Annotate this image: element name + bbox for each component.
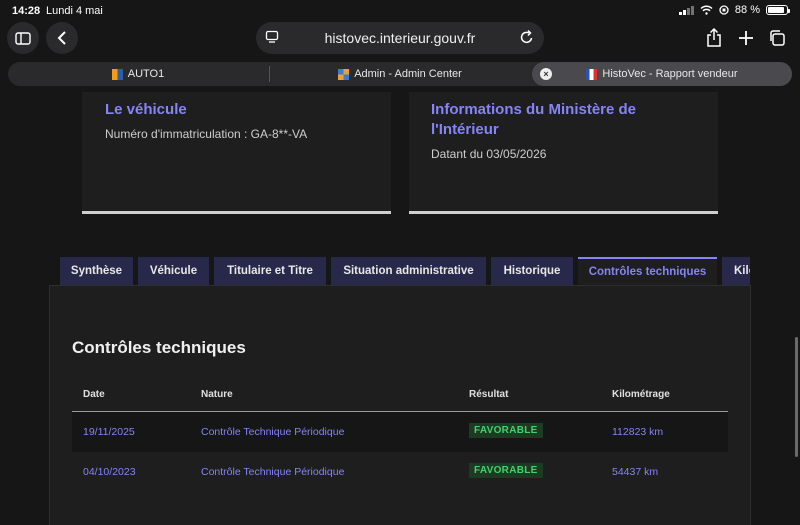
status-indicators: 88 % bbox=[678, 4, 790, 16]
browser-tab-admin-center[interactable]: Admin - Admin Center bbox=[270, 62, 530, 86]
page-scrollbar[interactable] bbox=[795, 337, 798, 457]
result-badge: FAVORABLE bbox=[469, 423, 543, 438]
sidebar-icon bbox=[15, 31, 31, 45]
admin-center-favicon-icon bbox=[338, 68, 350, 80]
tab-titulaire-et-titre[interactable]: Titulaire et Titre bbox=[214, 257, 326, 285]
tab-controles-techniques[interactable]: Contrôles techniques bbox=[578, 257, 717, 285]
section-title: Contrôles techniques bbox=[72, 338, 246, 357]
cellular-signal-icon bbox=[678, 5, 694, 15]
status-time: 14:28 bbox=[12, 5, 41, 17]
status-date: Lundi 4 mai bbox=[46, 5, 103, 17]
row-date: 19/11/2025 bbox=[83, 426, 135, 438]
row-mileage: 112823 km bbox=[612, 426, 664, 438]
status-bar: 14:28 Lundi 4 mai 88 % bbox=[0, 0, 800, 22]
table-header: Date Nature Résultat Kilométrage bbox=[72, 374, 728, 412]
ministry-card-title: Informations du Ministère de l'Intérieur bbox=[431, 101, 637, 138]
tab-vehicule[interactable]: Véhicule bbox=[138, 257, 209, 285]
registration-number: Numéro d'immatriculation : GA-8**-VA bbox=[105, 127, 308, 141]
chevron-left-icon bbox=[57, 31, 66, 45]
tab-kilometrage[interactable]: Kilométrage bbox=[722, 257, 750, 285]
report-tabs: Synthèse Véhicule Titulaire et Titre Sit… bbox=[60, 257, 750, 285]
battery-fill bbox=[768, 7, 784, 13]
reload-icon[interactable] bbox=[520, 29, 534, 50]
result-badge: FAVORABLE bbox=[469, 463, 543, 478]
inspections-table: Date Nature Résultat Kilométrage 19/11/2… bbox=[72, 374, 728, 492]
browser-tab-label: AUTO1 bbox=[127, 68, 165, 80]
browser-tab-histovec[interactable]: × HistoVec - Rapport vendeur bbox=[532, 62, 792, 86]
table-row: 04/10/2023 Contrôle Technique Périodique… bbox=[72, 452, 728, 492]
wifi-icon bbox=[700, 5, 713, 15]
url-text[interactable]: histovec.interieur.gouv.fr bbox=[256, 30, 544, 46]
table-row: 19/11/2025 Contrôle Technique Périodique… bbox=[72, 412, 728, 452]
browser-tab-auto1[interactable]: AUTO1 bbox=[8, 62, 268, 86]
orientation-lock-icon bbox=[719, 5, 729, 15]
row-date: 04/10/2023 bbox=[83, 466, 136, 478]
row-nature: Contrôle Technique Périodique bbox=[201, 426, 345, 438]
vehicle-card-title: Le véhicule bbox=[105, 101, 187, 118]
data-date: Datant du 03/05/2026 bbox=[431, 147, 547, 161]
technical-inspections-panel: Contrôles techniques Date Nature Résulta… bbox=[49, 285, 751, 525]
battery-percent: 88 % bbox=[734, 4, 760, 16]
browser-toolbar: histovec.interieur.gouv.fr bbox=[0, 22, 800, 58]
vehicle-card: Le véhicule Numéro d'immatriculation : G… bbox=[82, 92, 391, 214]
column-header-mileage: Kilométrage bbox=[612, 389, 670, 400]
tabs-overview-icon[interactable] bbox=[766, 27, 788, 49]
tab-situation-administrative[interactable]: Situation administrative bbox=[331, 257, 486, 285]
back-button[interactable] bbox=[46, 22, 78, 54]
plus-icon[interactable] bbox=[735, 27, 757, 49]
column-header-result: Résultat bbox=[469, 389, 509, 400]
histovec-favicon-icon bbox=[586, 68, 598, 80]
share-icon[interactable] bbox=[703, 27, 725, 49]
row-mileage: 54437 km bbox=[612, 466, 659, 478]
browser-tab-bar: AUTO1 Admin - Admin Center × HistoVec - … bbox=[8, 62, 792, 86]
auto1-favicon-icon bbox=[111, 68, 123, 80]
browser-tab-label: Admin - Admin Center bbox=[354, 68, 462, 80]
close-icon[interactable]: × bbox=[540, 68, 552, 80]
browser-tab-label: HistoVec - Rapport vendeur bbox=[602, 68, 738, 80]
row-nature: Contrôle Technique Périodique bbox=[201, 466, 345, 478]
battery-icon bbox=[766, 5, 790, 15]
column-header-date: Date bbox=[83, 389, 105, 400]
sidebar-button[interactable] bbox=[7, 22, 39, 54]
tab-historique[interactable]: Historique bbox=[491, 257, 573, 285]
column-header-nature: Nature bbox=[201, 389, 233, 400]
ministry-card: Informations du Ministère de l'Intérieur… bbox=[409, 92, 718, 214]
address-bar[interactable]: histovec.interieur.gouv.fr bbox=[256, 22, 544, 54]
page-content: Le véhicule Numéro d'immatriculation : G… bbox=[0, 92, 800, 525]
tab-synthese[interactable]: Synthèse bbox=[60, 257, 133, 285]
